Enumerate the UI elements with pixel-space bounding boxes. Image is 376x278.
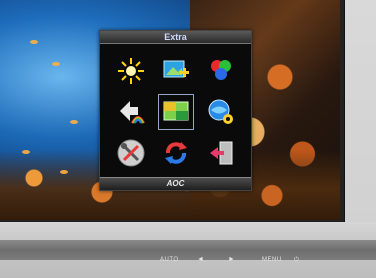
- monitor: Extra AOC AUTO ◄ ► MENU ⏻: [0, 0, 376, 278]
- fish: [22, 150, 30, 154]
- osd-item-language[interactable]: [204, 95, 238, 129]
- globe-settings-icon: [208, 99, 233, 124]
- refresh-reset-icon: [164, 141, 187, 164]
- osd-item-picture-add[interactable]: [159, 54, 193, 88]
- aoc-logo: AOC: [100, 177, 251, 190]
- monitor-bezel: AUTO ◄ ► MENU ⏻: [0, 222, 376, 278]
- fish: [60, 170, 68, 174]
- fish: [30, 40, 38, 44]
- menu-button[interactable]: MENU: [262, 254, 282, 266]
- osd-item-reset[interactable]: [159, 136, 193, 170]
- osd-item-setup[interactable]: [114, 136, 148, 170]
- osd-item-input[interactable]: [114, 95, 148, 129]
- left-arrow-button[interactable]: ◄: [197, 254, 204, 266]
- osd-item-picture-boost[interactable]: [157, 93, 194, 130]
- osd-extra-menu: Extra AOC: [99, 30, 252, 191]
- button-strip: AUTO ◄ ► MENU ⏻: [0, 240, 376, 263]
- osd-title: Extra: [100, 31, 251, 44]
- osd-item-brightness[interactable]: [114, 54, 148, 88]
- osd-item-exit[interactable]: [204, 136, 238, 170]
- fish: [70, 120, 78, 124]
- brightness-sun-icon: [117, 58, 144, 85]
- exit-door-icon: [209, 141, 232, 165]
- screen-frame: Extra AOC: [0, 0, 345, 222]
- auto-button[interactable]: AUTO: [160, 254, 179, 266]
- color-circles-icon: [210, 60, 231, 81]
- picture-add-icon: [163, 60, 189, 78]
- picture-boost-icon: [163, 101, 188, 121]
- osd-item-color[interactable]: [204, 54, 238, 88]
- screen-wallpaper: Extra AOC: [0, 0, 340, 220]
- right-arrow-button[interactable]: ►: [228, 254, 235, 266]
- rainbow-arrow-icon: [119, 100, 145, 124]
- power-button[interactable]: ⏻: [294, 254, 299, 266]
- wrench-screwdriver-icon: [117, 139, 144, 167]
- osd-icon-grid: [108, 51, 243, 173]
- fish: [52, 62, 60, 66]
